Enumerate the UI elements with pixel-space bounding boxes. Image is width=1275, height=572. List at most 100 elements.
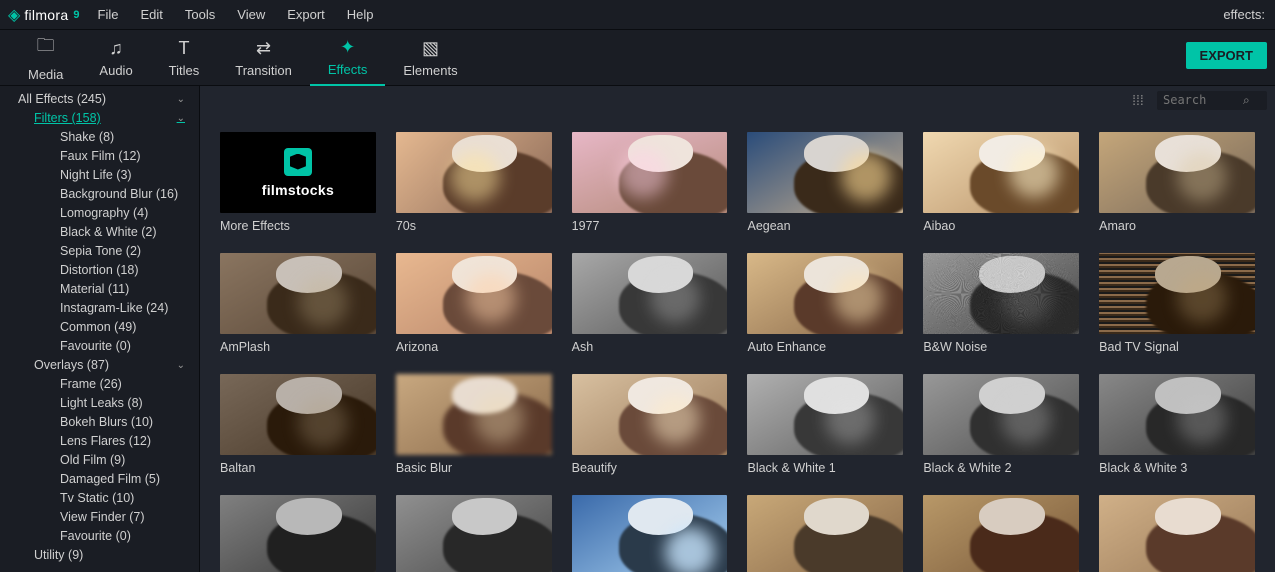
effect-card[interactable]: 70s <box>396 132 552 233</box>
tab-audio[interactable]: ♫Audio <box>81 30 150 86</box>
tab-transition[interactable]: ⇄Transition <box>217 30 310 86</box>
effects-icon: ✦ <box>340 37 355 58</box>
effect-thumbnail <box>396 374 552 455</box>
sidebar-item-label: Frame (26) <box>60 376 122 393</box>
effect-thumbnail <box>923 253 1079 334</box>
sidebar-item[interactable]: Lens Flares (12) <box>0 432 199 451</box>
sidebar-item[interactable]: All Effects (245)⌄ <box>0 90 199 109</box>
effect-card[interactable]: Amaro <box>1099 132 1255 233</box>
sidebar-item[interactable]: View Finder (7) <box>0 508 199 527</box>
sidebar-item[interactable]: Filters (158)⌄ <box>0 109 199 128</box>
effect-card[interactable] <box>747 495 903 572</box>
effect-card[interactable]: Black & White 2 <box>923 374 1079 475</box>
effect-card[interactable] <box>396 495 552 572</box>
effect-card[interactable]: Ash <box>572 253 728 354</box>
effects-grid: filmstocksMore Effects70s 1977 Aegean Aibao… <box>200 114 1275 572</box>
sidebar-item[interactable]: Old Film (9) <box>0 451 199 470</box>
tab-label: Effects <box>328 62 368 77</box>
menu-item-view[interactable]: View <box>237 7 265 22</box>
sidebar-item[interactable]: Background Blur (16) <box>0 185 199 204</box>
effect-card[interactable]: Black & White 3 <box>1099 374 1255 475</box>
sidebar-item[interactable]: Shake (8) <box>0 128 199 147</box>
menu-item-edit[interactable]: Edit <box>141 7 163 22</box>
effect-label: Black & White 1 <box>747 461 903 475</box>
sidebar-item[interactable]: Favourite (0) <box>0 527 199 546</box>
sidebar-item[interactable]: Tv Static (10) <box>0 489 199 508</box>
effect-thumbnail <box>747 374 903 455</box>
sidebar-item[interactable]: Light Leaks (8) <box>0 394 199 413</box>
menu-item-export[interactable]: Export <box>287 7 325 22</box>
sidebar-item-label: View Finder (7) <box>60 509 145 526</box>
sidebar-item[interactable]: Favourite (0) <box>0 337 199 356</box>
effect-card[interactable]: Auto Enhance <box>747 253 903 354</box>
effect-card[interactable] <box>1099 495 1255 572</box>
sidebar-item[interactable]: Damaged Film (5) <box>0 470 199 489</box>
sidebar-item[interactable]: Black & White (2) <box>0 223 199 242</box>
effect-card[interactable] <box>220 495 376 572</box>
effect-card[interactable]: Aibao <box>923 132 1079 233</box>
menu-item-tools[interactable]: Tools <box>185 7 215 22</box>
sidebar-item[interactable]: Overlays (87)⌄ <box>0 356 199 375</box>
search-icon[interactable]: ⌕ <box>1243 93 1250 108</box>
sidebar: All Effects (245)⌄Filters (158)⌄Shake (8… <box>0 86 200 572</box>
effect-card[interactable] <box>923 495 1079 572</box>
effect-card[interactable]: Bad TV Signal <box>1099 253 1255 354</box>
tab-media[interactable]: 🗀Media <box>10 30 81 86</box>
effect-label: Beautify <box>572 461 728 475</box>
sidebar-item[interactable]: Material (11) <box>0 280 199 299</box>
sidebar-item[interactable]: Common (49) <box>0 318 199 337</box>
grid-view-icon[interactable]: ⁞⁞⁞ <box>1129 92 1147 108</box>
sidebar-item-label: Favourite (0) <box>60 528 131 545</box>
effect-card[interactable]: 1977 <box>572 132 728 233</box>
app-logo: ◈ filmora9 <box>8 5 80 25</box>
effect-card[interactable] <box>572 495 728 572</box>
sidebar-item-label: Filters (158) <box>34 110 101 127</box>
tab-effects[interactable]: ✦ Effects <box>310 30 386 86</box>
menu-items: File Edit Tools View Export Help <box>98 7 374 22</box>
effect-label: Amaro <box>1099 219 1255 233</box>
sidebar-item[interactable]: Distortion (18) <box>0 261 199 280</box>
search-input[interactable] <box>1163 93 1243 107</box>
export-button[interactable]: EXPORT <box>1186 42 1267 69</box>
sidebar-item[interactable]: Sepia Tone (2) <box>0 242 199 261</box>
effect-thumbnail <box>572 253 728 334</box>
effect-card[interactable]: B&W Noise <box>923 253 1079 354</box>
effect-card[interactable]: Black & White 1 <box>747 374 903 475</box>
menu-item-file[interactable]: File <box>98 7 119 22</box>
effect-card[interactable]: Basic Blur <box>396 374 552 475</box>
sidebar-item-label: Light Leaks (8) <box>60 395 143 412</box>
effect-card[interactable]: AmPlash <box>220 253 376 354</box>
effect-label: Aibao <box>923 219 1079 233</box>
chevron-down-icon: ⌄ <box>177 357 185 374</box>
effect-thumbnail <box>396 253 552 334</box>
sidebar-item[interactable]: Instagram-Like (24) <box>0 299 199 318</box>
effect-thumbnail <box>220 495 376 572</box>
tab-elements[interactable]: ▧Elements <box>385 30 475 86</box>
tab-bar: 🗀Media♫AudioTTitles⇄Transition ✦ Effects ▧E… <box>0 30 1275 86</box>
effect-thumbnail <box>396 132 552 213</box>
sidebar-item[interactable]: Night Life (3) <box>0 166 199 185</box>
effect-card[interactable]: Aegean <box>747 132 903 233</box>
sidebar-item-label: Sepia Tone (2) <box>60 243 141 260</box>
effect-label: Black & White 2 <box>923 461 1079 475</box>
search-box[interactable]: ⌕ <box>1157 91 1267 110</box>
menu-item-help[interactable]: Help <box>347 7 374 22</box>
effect-label: 1977 <box>572 219 728 233</box>
effect-card[interactable]: filmstocksMore Effects <box>220 132 376 233</box>
content-area: ⁞⁞⁞ ⌕ filmstocksMore Effects70s 1977 Aegea… <box>200 86 1275 572</box>
sidebar-item[interactable]: Utility (9) <box>0 546 199 565</box>
sidebar-item-label: Lens Flares (12) <box>60 433 151 450</box>
sidebar-item-label: Old Film (9) <box>60 452 125 469</box>
effect-card[interactable]: Beautify <box>572 374 728 475</box>
sidebar-item[interactable]: Lomography (4) <box>0 204 199 223</box>
tab-label: Transition <box>235 63 292 78</box>
effect-card[interactable]: Arizona <box>396 253 552 354</box>
sidebar-item[interactable]: Faux Film (12) <box>0 147 199 166</box>
sidebar-item[interactable]: Bokeh Blurs (10) <box>0 413 199 432</box>
effect-card[interactable]: Baltan <box>220 374 376 475</box>
sidebar-item-label: Lomography (4) <box>60 205 148 222</box>
effect-label: Black & White 3 <box>1099 461 1255 475</box>
sidebar-item[interactable]: Frame (26) <box>0 375 199 394</box>
tab-titles[interactable]: TTitles <box>151 30 218 86</box>
sidebar-item-label: Instagram-Like (24) <box>60 300 168 317</box>
